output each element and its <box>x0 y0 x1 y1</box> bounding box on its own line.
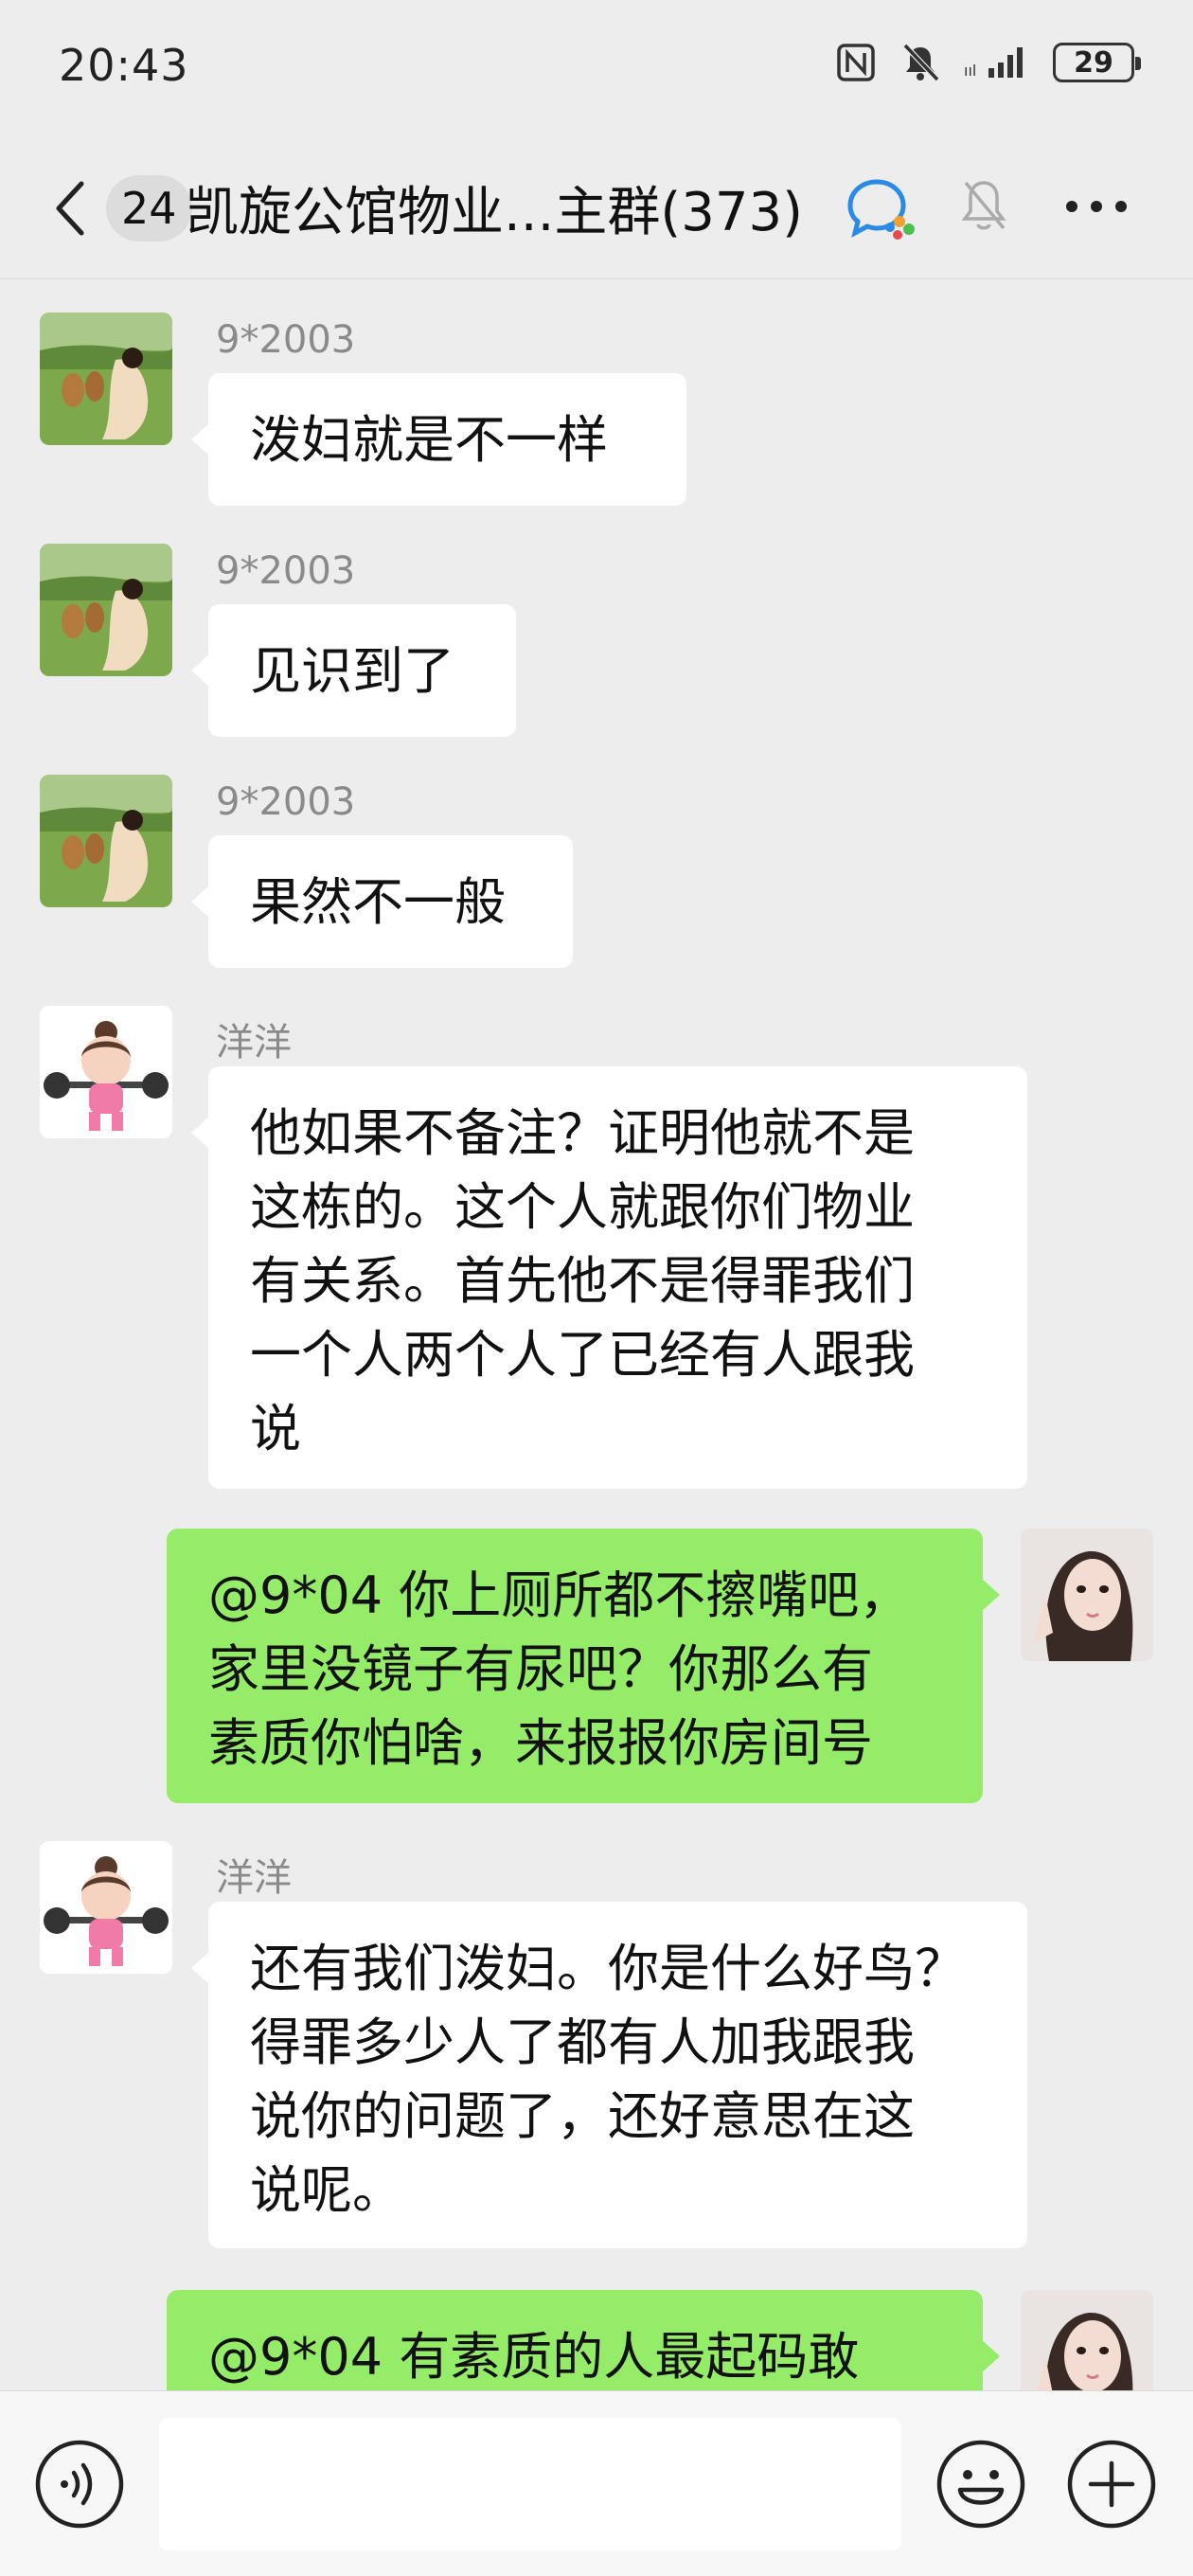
sender-name: 9*2003 <box>216 318 356 362</box>
status-time: 20:43 <box>59 40 189 91</box>
battery-level: 29 <box>1074 45 1113 80</box>
status-bar: 20:43 ııl 29 <box>0 0 1193 137</box>
signal-icon: ııl <box>964 47 1023 80</box>
battery-icon: 29 <box>1053 43 1141 82</box>
message-text: 见识到了 <box>250 641 454 701</box>
message-bubble[interactable]: 果然不一般 <box>191 835 573 968</box>
message-text: 果然不一般 <box>250 872 506 932</box>
message-text-line: 家里没镜子有尿吧？你那么有 <box>208 1639 873 1699</box>
svg-text:ııl: ııl <box>964 62 976 80</box>
message-text-line: @9*04 有素质的人最起码敢 <box>208 2327 860 2387</box>
nfc-icon <box>837 44 875 81</box>
unread-count-badge[interactable]: 24 <box>106 175 192 242</box>
avatar[interactable] <box>40 1006 172 1138</box>
input-bar <box>0 2390 1193 2576</box>
avatar[interactable] <box>40 775 172 907</box>
silent-bell-icon <box>902 43 940 82</box>
message-bubble[interactable]: 见识到了 <box>191 604 516 737</box>
message-text-line: 这栋的。这个人就跟你们物业 <box>250 1177 915 1237</box>
avatar[interactable] <box>40 544 172 676</box>
message-bubble[interactable]: 他如果不备注？证明他就不是 这栋的。这个人就跟你们物业 有关系。首先他不是得罪我… <box>191 1066 1027 1489</box>
status-icons: ııl 29 <box>835 42 1141 83</box>
voice-icon[interactable] <box>32 2437 127 2531</box>
avatar[interactable] <box>40 1841 172 1974</box>
message-text-line: 还有我们泼妇。你是什么好鸟？ <box>250 1939 966 1998</box>
message-input[interactable] <box>159 2418 901 2550</box>
sender-name: 9*2003 <box>216 780 356 824</box>
message-text-line: 有关系。首先他不是得罪我们 <box>250 1251 915 1311</box>
message-text-line: 说你的问题了，还好意思在这 <box>250 2086 915 2146</box>
message-bubble[interactable]: 泼妇就是不一样 <box>191 373 686 506</box>
mute-bell-icon[interactable] <box>958 177 1009 236</box>
chat-title[interactable]: 凯旋公馆物业...主群(373) <box>186 170 803 246</box>
back-icon <box>56 181 84 236</box>
sender-name: 洋洋 <box>216 1021 292 1064</box>
sender-name: 洋洋 <box>216 1856 292 1900</box>
message-text-line: 说呢。 <box>250 2160 403 2220</box>
avatar[interactable] <box>40 313 172 445</box>
message-bubble[interactable]: 还有我们泼妇。你是什么好鸟？ 得罪多少人了都有人加我跟我 说你的问题了，还好意思… <box>191 1902 1027 2248</box>
message-text-line: 说 <box>250 1399 301 1458</box>
message-text-line: @9*04 你上厕所都不擦嘴吧， <box>208 1565 911 1625</box>
message-text-line: 一个人两个人了已经有人跟我 <box>250 1325 915 1385</box>
message-text-line: 得罪多少人了都有人加我跟我 <box>250 2012 915 2072</box>
message-text: 泼妇就是不一样 <box>250 410 608 470</box>
sender-name: 9*2003 <box>216 549 356 593</box>
message-text-line: 素质你怕啥，来报报你房间号 <box>208 1713 873 1773</box>
more-icon[interactable] <box>1059 192 1134 221</box>
message-text-line: 他如果不备注？证明他就不是 <box>250 1103 915 1163</box>
plus-icon[interactable] <box>1064 2437 1159 2531</box>
message-bubble[interactable]: @9*04 你上厕所都不擦嘴吧， 家里没镜子有尿吧？你那么有 素质你怕啥，来报报… <box>167 1529 1000 1803</box>
chat-app-icon[interactable] <box>845 176 920 242</box>
emoji-icon[interactable] <box>934 2437 1028 2531</box>
avatar[interactable] <box>1021 1529 1153 1661</box>
back-button[interactable] <box>42 172 98 244</box>
chat-header: 24 凯旋公馆物业...主群(373) <box>0 137 1193 279</box>
